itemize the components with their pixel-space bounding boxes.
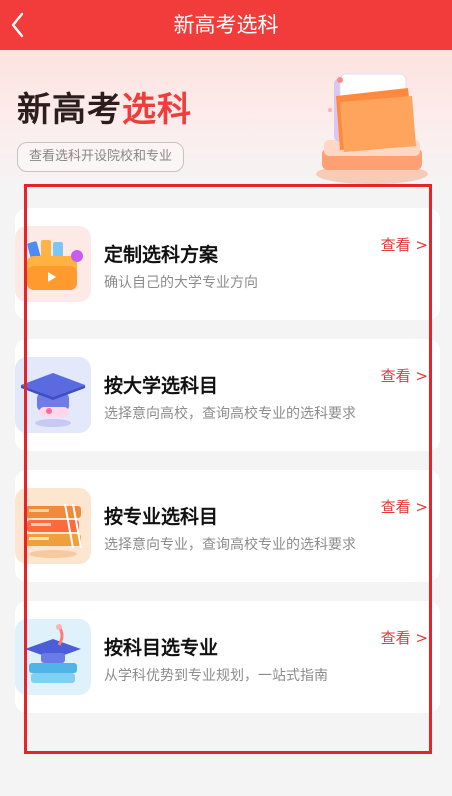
banner: 新高考选科 查看选科开设院校和专业 — [0, 50, 452, 190]
view-link[interactable]: 查看 > — [381, 496, 428, 517]
bookshelf-icon — [15, 488, 91, 564]
card-title: 按科目选专业 — [104, 637, 219, 659]
banner-title: 新高考选科 — [17, 82, 192, 131]
card-by-major[interactable]: 按专业选科目 选择意向专业，查询高校专业的选科要求 查看 > — [15, 470, 440, 582]
card-title: 按大学选科目 — [104, 375, 219, 397]
top-bar: 新高考选科 — [0, 0, 452, 50]
cap-books-icon — [15, 619, 91, 695]
page-title: 新高考选科 — [173, 13, 279, 37]
card-description: 选择意向专业，查询高校专业的选科要求 — [104, 537, 356, 553]
card-by-university[interactable]: 按大学选科目 选择意向高校，查询高校专业的选科要求 查看 > — [15, 339, 440, 451]
card-description: 选择意向高校，查询高校专业的选科要求 — [104, 406, 356, 422]
card-title: 定制选科方案 — [104, 244, 219, 266]
view-link[interactable]: 查看 > — [381, 627, 428, 648]
view-link[interactable]: 查看 > — [381, 365, 428, 386]
card-by-subject[interactable]: 按科目选专业 从学科优势到专业规划，一站式指南 查看 > — [15, 601, 440, 713]
banner-title-dark: 新高考 — [17, 90, 122, 130]
folder-books-icon — [15, 226, 91, 302]
card-description: 从学科优势到专业规划，一站式指南 — [104, 668, 328, 684]
graduation-cap-icon — [15, 357, 91, 433]
banner-subtitle: 查看选科开设院校和专业 — [17, 142, 185, 172]
card-description: 确认自己的大学专业方向 — [104, 275, 258, 291]
view-link[interactable]: 查看 > — [381, 234, 428, 255]
banner-title-red: 选科 — [122, 90, 192, 130]
card-custom-plan[interactable]: 定制选科方案 确认自己的大学专业方向 查看 > — [15, 208, 440, 320]
folder-illustration — [316, 73, 428, 184]
card-title: 按专业选科目 — [104, 506, 219, 528]
